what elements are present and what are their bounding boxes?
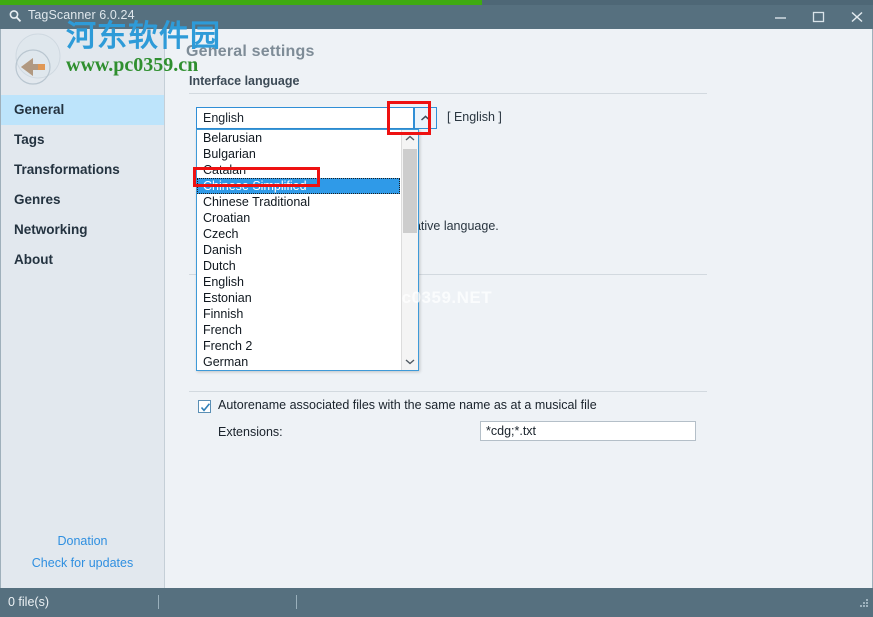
maximize-button[interactable] [800, 5, 838, 29]
language-dropdown-list[interactable]: Belarusian Bulgarian Catalan Chinese Simpli… [196, 129, 419, 371]
sidebar-item-tags[interactable]: Tags [1, 125, 164, 155]
dropdown-item[interactable]: Czech [197, 226, 400, 242]
sidebar-item-about[interactable]: About [1, 245, 164, 275]
scroll-up-button[interactable] [402, 130, 418, 147]
autorename-checkbox-label: Autorename associated files with the sam… [218, 398, 597, 412]
dropdown-item[interactable]: Estonian [197, 290, 400, 306]
language-combobox-arrow-button[interactable] [414, 107, 437, 129]
status-bar: 0 file(s) [0, 588, 873, 617]
file-count-status: 0 file(s) [8, 595, 49, 609]
sidebar-item-label: Tags [14, 132, 45, 147]
dropdown-item[interactable]: Catalan [197, 162, 400, 178]
dropdown-item[interactable]: Bulgarian [197, 146, 400, 162]
dropdown-item[interactable]: Dutch [197, 258, 400, 274]
sidebar-item-label: General [14, 102, 65, 117]
dropdown-item[interactable]: French 2 [197, 338, 400, 354]
close-button[interactable] [838, 5, 873, 29]
interface-language-label: Interface language [189, 74, 300, 88]
divider [189, 391, 707, 392]
extensions-label: Extensions: [218, 425, 283, 439]
dropdown-item[interactable]: Danish [197, 242, 400, 258]
status-divider [158, 595, 159, 609]
dropdown-item[interactable]: Chinese Traditional [197, 194, 400, 210]
sidebar: General Tags Transformations Genres Netw… [1, 29, 165, 588]
dropdown-item[interactable]: Croatian [197, 210, 400, 226]
sidebar-item-label: About [14, 252, 53, 267]
dropdown-items-container: Belarusian Bulgarian Catalan Chinese Simpli… [197, 130, 400, 370]
extensions-input[interactable]: *cdg;*.txt [480, 421, 696, 441]
content-panel: General settings Interface language You … [165, 29, 872, 588]
title-bar: TagScanner 6.0.24 [0, 5, 873, 29]
language-combobox[interactable]: English [196, 107, 414, 129]
sidebar-item-label: Transformations [14, 162, 120, 177]
autorename-checkbox[interactable] [198, 400, 211, 413]
resize-grip[interactable] [857, 595, 869, 613]
app-logo-icon [7, 30, 69, 92]
dropdown-scrollbar[interactable] [401, 130, 418, 370]
application-window: TagScanner 6.0.24 General Tags Transform… [0, 0, 873, 617]
scroll-down-button[interactable] [402, 353, 418, 370]
sidebar-nav: General Tags Transformations Genres Netw… [1, 95, 164, 275]
status-divider [296, 595, 297, 609]
dropdown-item[interactable]: Belarusian [197, 130, 400, 146]
dropdown-item[interactable]: Finnish [197, 306, 400, 322]
sidebar-item-label: Networking [14, 222, 88, 237]
sidebar-links: Donation Check for updates [1, 534, 164, 578]
extensions-input-value: *cdg;*.txt [486, 424, 537, 438]
window-title: TagScanner 6.0.24 [28, 8, 135, 22]
divider [189, 93, 707, 94]
sidebar-item-genres[interactable]: Genres [1, 185, 164, 215]
sidebar-item-label: Genres [14, 192, 61, 207]
language-combobox-value: English [203, 111, 244, 125]
current-language-indicator: [ English ] [447, 110, 502, 124]
dropdown-item[interactable]: Chinese Simplified [197, 178, 400, 194]
sidebar-item-general[interactable]: General [1, 95, 164, 125]
magnifier-icon [8, 9, 24, 25]
check-for-updates-link[interactable]: Check for updates [1, 556, 164, 570]
minimize-button[interactable] [762, 5, 800, 29]
scrollbar-thumb[interactable] [403, 149, 417, 233]
dropdown-item[interactable]: German [197, 354, 400, 370]
sidebar-item-transformations[interactable]: Transformations [1, 155, 164, 185]
page-title: General settings [186, 43, 315, 60]
dropdown-item[interactable]: English [197, 274, 400, 290]
donation-link[interactable]: Donation [1, 534, 164, 548]
sidebar-item-networking[interactable]: Networking [1, 215, 164, 245]
dropdown-item[interactable]: French [197, 322, 400, 338]
